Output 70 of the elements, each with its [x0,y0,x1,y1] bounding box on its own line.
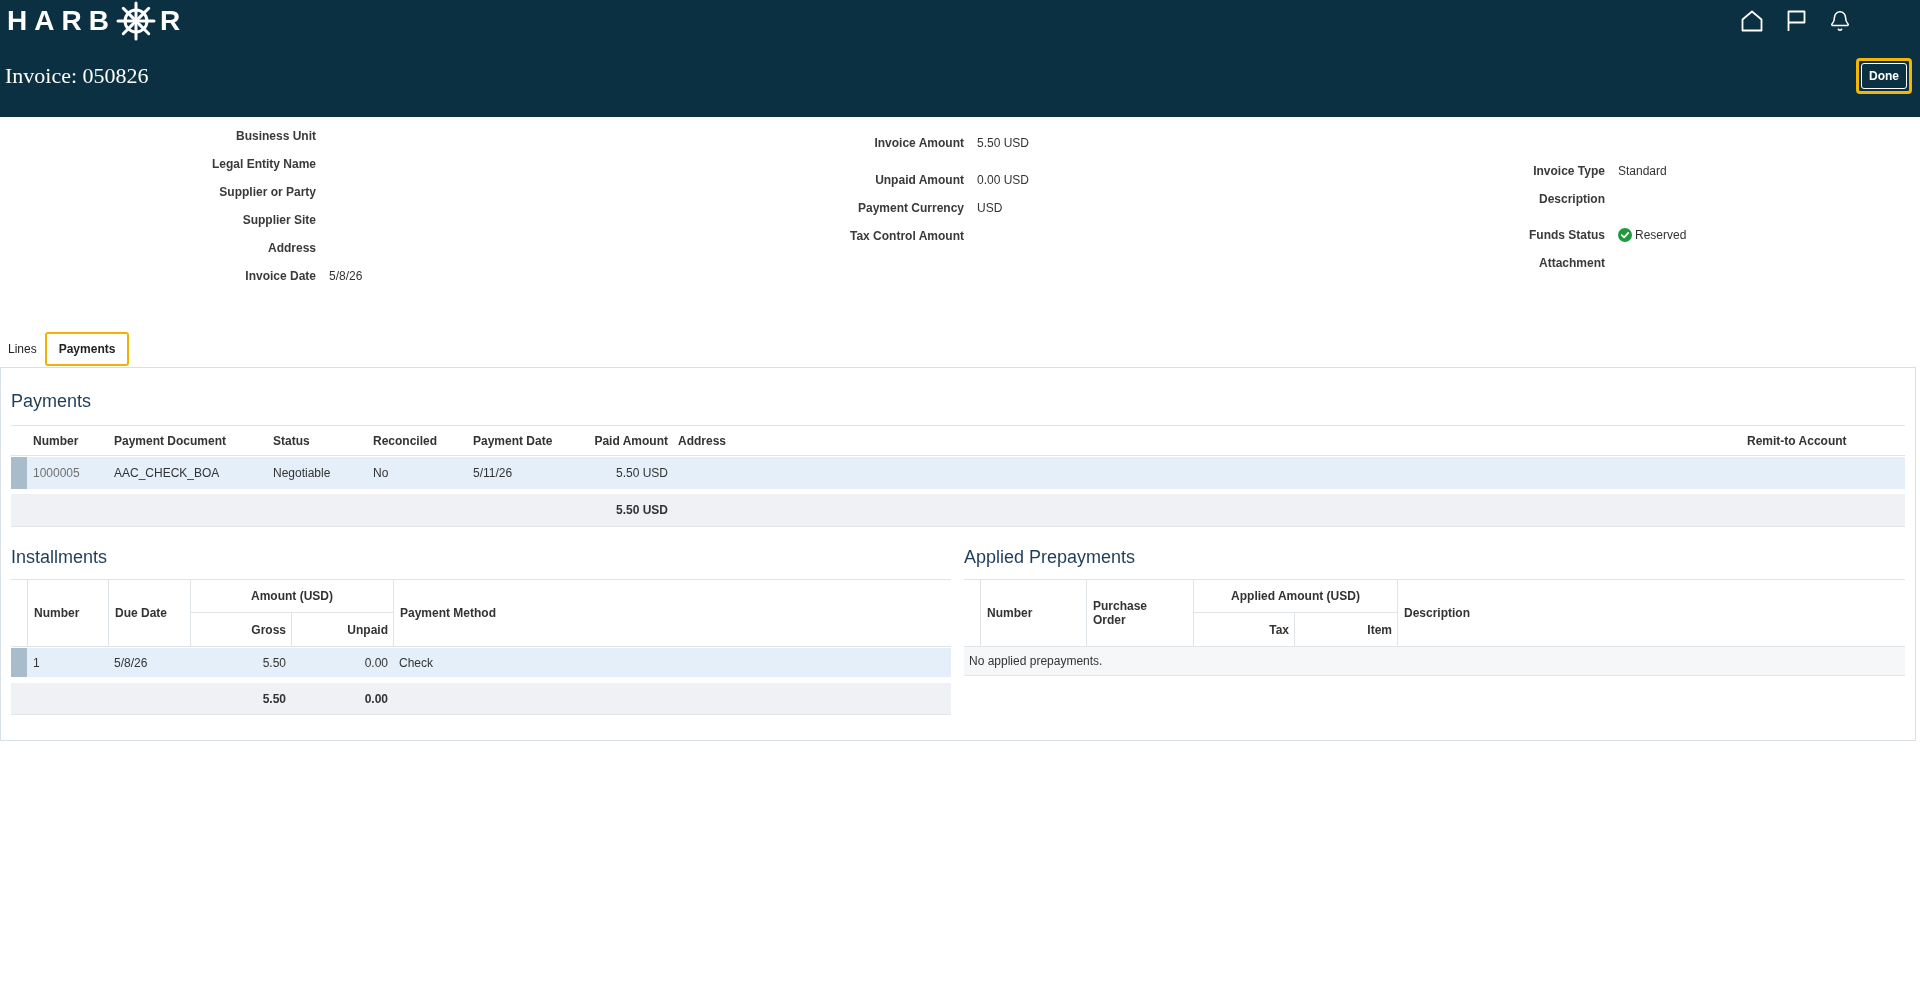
total-value: 5.50 [261,690,287,708]
column-header: Status [272,432,311,450]
column-header: Payment Document [113,432,228,450]
column-header: Payment Method [393,580,951,646]
column-header: Due Date [108,580,190,646]
field-label: Legal Entity Name [211,157,316,171]
field-label: Invoice Type [1533,164,1605,178]
table-cell-text: AAC_CHECK_BOA [113,465,221,482]
bell-icon[interactable] [1829,10,1851,32]
home-icon[interactable] [1741,10,1763,32]
column-header: Remit-to Account [1746,432,1848,450]
section-title: Installments [11,546,108,568]
column-header: Paid Amount [593,432,669,450]
field-label: Description [1539,192,1605,206]
column-header: Purchase Order [1086,580,1193,646]
table-cell-text: Negotiable [272,465,332,482]
empty-message: No applied prepayments. [964,647,1905,676]
column-header: Gross [190,613,291,646]
done-button[interactable]: Done [1856,58,1912,94]
ship-wheel-icon [115,1,156,41]
column-header: Number [32,432,80,450]
flag-icon[interactable] [1785,10,1807,32]
column-header: Number [27,580,108,646]
field-value: 5.50 USD [977,136,1030,150]
field-value: Standard [1618,164,1667,178]
column-header: Reconciled [372,432,439,450]
field-label: Supplier Site [242,213,316,227]
field-label: Funds Status [1529,228,1605,242]
table-row[interactable]: 1000005 AAC_CHECK_BOA Negotiable No 5/11/26 5.50 USD [11,457,1905,489]
table-cell-text: No [372,465,390,482]
table-row[interactable]: 1 5/8/26 5.50 0.00 Check [11,648,951,677]
table-cell-text: Check [398,654,434,672]
field-value: 5/8/26 [329,269,363,283]
column-header: Applied Amount (USD) [1193,580,1397,613]
logo-text: R [159,6,181,36]
field-label: Invoice Date [245,269,316,283]
table-cell-text: 5/11/26 [472,465,514,482]
column-header: Amount (USD) [190,580,393,613]
field-label: Tax Control Amount [850,229,964,243]
column-header: Description [1397,580,1905,646]
field-value: Reserved [1635,228,1687,242]
field-value: 0.00 USD [977,173,1030,187]
field-label: Business Unit [236,129,316,143]
column-header: Number [980,580,1086,646]
table-cell-text: 5.50 [261,654,287,672]
field-label: Unpaid Amount [875,173,964,187]
column-header: Tax [1193,613,1294,646]
total-value: 5.50 USD [614,502,669,519]
column-header: Payment Date [472,432,554,450]
field-label: Payment Currency [857,201,964,215]
field-label: Invoice Amount [874,136,964,150]
section-title: Payments [11,390,92,412]
column-header: Item [1294,613,1397,646]
section-title: Applied Prepayments [964,546,1136,568]
table-cell-text: 5/8/26 [113,654,149,672]
field-label: Supplier or Party [219,185,316,199]
field-label: Attachment [1539,256,1605,270]
total-value: 0.00 [363,690,389,708]
page-title: Invoice: 050826 [5,63,149,89]
table-cell-text: 0.00 [363,654,389,672]
field-value: USD [977,201,1003,215]
column-header: Unpaid [291,613,393,646]
table-cell-text: 1 [32,654,41,672]
column-header: Address [677,432,728,450]
field-label: Address [267,241,316,255]
check-circle-icon [1618,228,1632,242]
tab[interactable]: Payments [44,332,130,366]
table-cell-text: 1000005 [32,465,81,482]
logo-text: HARB [7,6,116,36]
table-cell-text: 5.50 USD [614,465,669,482]
